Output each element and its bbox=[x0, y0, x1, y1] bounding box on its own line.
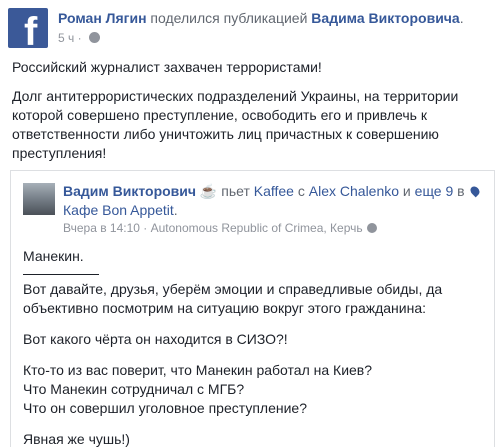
post-text: Российский журналист захвачен террориста… bbox=[12, 58, 490, 173]
body-line: Манекин. bbox=[23, 248, 84, 264]
body-line: Вот давайте, друзья, уберём эмоции и спр… bbox=[23, 281, 443, 316]
body-line: Кто-то из вас поверит, что Манекин работ… bbox=[23, 362, 373, 378]
globe-icon bbox=[366, 223, 377, 233]
shared-author-link[interactable]: Вадим Викторович bbox=[63, 183, 196, 199]
coffee-icon: ☕ bbox=[199, 183, 218, 199]
globe-icon bbox=[88, 32, 100, 43]
post-header: f Роман Лягин поделился публикацией Вади… bbox=[8, 6, 496, 50]
body-line: Вот какого чёрта он находится в СИЗО?! bbox=[23, 331, 288, 347]
activity-item-link[interactable]: Kaffee bbox=[254, 183, 294, 199]
body-line: Что Манекин сотрудничал с МГБ? bbox=[23, 381, 245, 397]
shared-post-body: Манекин. Вот давайте, друзья, уберём эмо… bbox=[23, 247, 485, 447]
shared-activity-text: поделился публикацией bbox=[146, 10, 312, 26]
shared-suffix: . bbox=[459, 10, 464, 26]
others-link[interactable]: еще 9 bbox=[415, 183, 454, 199]
post-paragraph: Российский журналист захвачен террориста… bbox=[12, 59, 322, 75]
facebook-logo-icon[interactable]: f bbox=[8, 8, 48, 48]
tagged-friend-link[interactable]: Alex Chalenko bbox=[309, 183, 399, 199]
shared-post-meta: Вчера в 14:10 · Autonomous Republic of C… bbox=[63, 221, 377, 235]
place-link[interactable]: Кафе Bon Appetit bbox=[63, 202, 174, 218]
body-line: Явная же чушь!) bbox=[23, 431, 130, 447]
at-text: в bbox=[453, 183, 469, 199]
post-paragraph: Долг антитеррористических подразделений … bbox=[12, 88, 459, 161]
shared-from-link[interactable]: Вадима Викторовича bbox=[311, 10, 459, 26]
shared-author-avatar[interactable] bbox=[23, 183, 55, 215]
shared-post-header: Вадим Викторович ☕ пьет Kaffee с Alex Ch… bbox=[63, 182, 483, 220]
place-suffix: . bbox=[173, 202, 178, 218]
post-author-link[interactable]: Роман Лягин bbox=[58, 10, 147, 26]
post-time[interactable]: 5 ч bbox=[58, 31, 74, 45]
activity-text: пьет bbox=[217, 183, 254, 199]
location-pin-icon bbox=[469, 184, 482, 198]
shared-post-card[interactable]: Вадим Викторович ☕ пьет Kaffee с Alex Ch… bbox=[10, 170, 495, 447]
meta-separator: · bbox=[74, 31, 85, 45]
shared-post-time[interactable]: Вчера в 14:10 bbox=[63, 221, 140, 235]
shared-post-location[interactable]: Autonomous Republic of Crimea, Керчь bbox=[151, 221, 363, 235]
post-header-line: Роман Лягин поделился публикацией Вадима… bbox=[58, 10, 464, 26]
post-meta: 5 ч · bbox=[58, 31, 100, 45]
divider-line bbox=[23, 274, 99, 275]
with-text: с bbox=[293, 183, 309, 199]
and-text: и bbox=[399, 183, 415, 199]
body-line: Что он совершил уголовное преступление? bbox=[23, 400, 307, 416]
